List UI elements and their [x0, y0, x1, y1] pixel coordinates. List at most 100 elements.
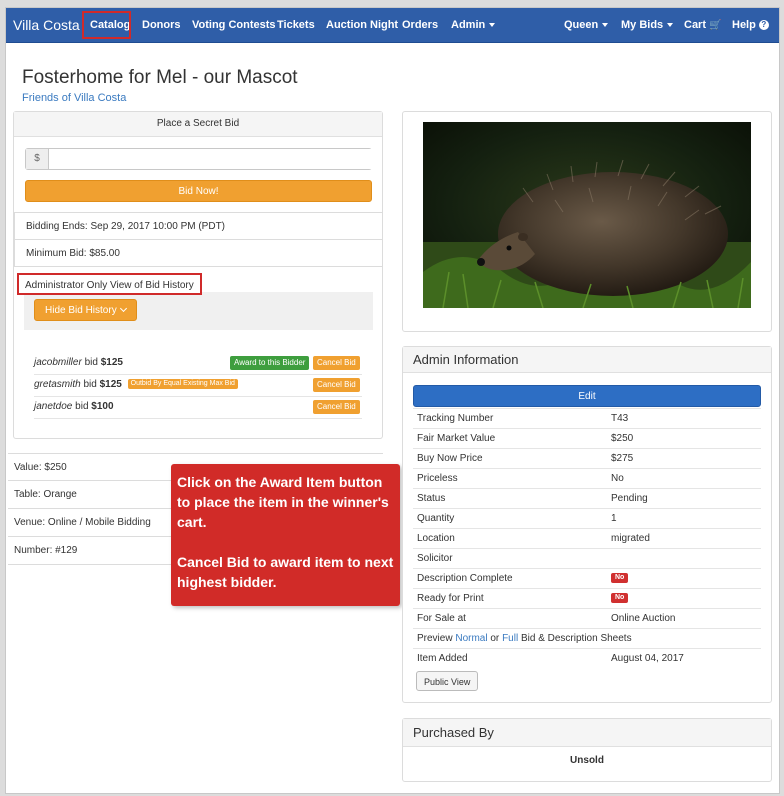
bid-amount-input[interactable]	[49, 149, 377, 169]
cart-icon: 🛒	[709, 20, 722, 31]
item-photo	[423, 122, 751, 308]
currency-addon: $	[26, 149, 49, 169]
admin-row-priceless: Priceless No	[413, 468, 761, 489]
status-badge: No	[611, 573, 629, 584]
nav-donors[interactable]: Donors	[142, 8, 181, 42]
admin-row-value: T43	[611, 413, 629, 424]
edit-button[interactable]: Edit	[413, 385, 761, 407]
purchased-by-title: Purchased By	[403, 719, 771, 747]
bid-amount: $100	[91, 401, 114, 412]
nav-queen[interactable]: Queen	[564, 8, 609, 42]
bidder-name: jacobmiller	[34, 357, 82, 368]
admin-row-value: 1	[611, 513, 617, 524]
admin-row-label: Fair Market Value	[417, 433, 496, 444]
hide-bid-history-button[interactable]: Hide Bid History	[34, 299, 137, 321]
nav-voting-contests[interactable]: Voting Contests	[192, 8, 276, 42]
admin-row-value: $275	[611, 453, 634, 464]
preview-suffix: Bid & Description Sheets	[520, 633, 632, 644]
nav-cart[interactable]: Cart 🛒	[684, 8, 721, 42]
admin-row-description-complete: Description Complete No	[413, 568, 761, 589]
admin-row-for-sale-at: For Sale at Online Auction	[413, 608, 761, 629]
bid-word: bid	[75, 401, 89, 412]
purchased-by-panel: Purchased By Unsold	[402, 718, 772, 782]
admin-row-buy-now-price: Buy Now Price $275	[413, 448, 761, 469]
nav-help[interactable]: Help?	[732, 8, 769, 42]
bid-history-row: jacobmiller bid $125 Award to this Bidde…	[34, 352, 362, 375]
callout-text-award: Click on the Award Item button to place …	[177, 474, 389, 530]
bid-word: bid	[83, 379, 97, 390]
admin-row-label: Location	[417, 533, 455, 544]
admin-row-label: Status	[417, 493, 446, 504]
nav-auction-night[interactable]: Auction Night	[326, 8, 398, 42]
bidder-name: gretasmith	[34, 379, 81, 390]
admin-row-label: For Sale at	[417, 613, 466, 624]
admin-row-location: Location migrated	[413, 528, 761, 549]
cancel-bid-button[interactable]: Cancel Bid	[313, 378, 360, 392]
nav-my-bids[interactable]: My Bids	[621, 8, 674, 42]
hedgehog-image	[423, 122, 751, 308]
admin-row-label: Solicitor	[417, 553, 453, 564]
organization-link[interactable]: Friends of Villa Costa	[22, 92, 126, 104]
cancel-bid-button[interactable]: Cancel Bid	[313, 356, 360, 370]
admin-row-solicitor: Solicitor	[413, 548, 761, 569]
admin-row-label: Priceless	[417, 473, 458, 484]
admin-row-label: Ready for Print	[417, 593, 484, 604]
admin-only-view-label: Administrator Only View of Bid History	[17, 273, 202, 295]
bid-word: bid	[84, 357, 98, 368]
award-to-bidder-button[interactable]: Award to this Bidder	[230, 356, 310, 370]
chevron-down-icon	[667, 23, 674, 28]
nav-queen-label: Queen	[564, 19, 599, 31]
nav-admin[interactable]: Admin	[451, 8, 496, 42]
nav-admin-label: Admin	[451, 19, 486, 31]
instruction-callout: Click on the Award Item button to place …	[171, 464, 400, 606]
top-navbar: Villa Costa Catalog Donors Voting Contes…	[6, 8, 779, 43]
chevron-down-icon	[602, 23, 609, 28]
nav-help-label: Help	[732, 19, 756, 31]
bid-panel: Place a Secret Bid $ Bid Now! Bidding En…	[13, 111, 383, 439]
preview-full-link[interactable]: Full	[502, 633, 518, 644]
admin-row-ready-for-print: Ready for Print No	[413, 588, 761, 609]
bid-amount-group: $	[25, 148, 377, 170]
bid-history-row: gretasmith bid $125 Outbid By Equal Exis…	[34, 374, 362, 397]
admin-row-fair-market-value: Fair Market Value $250	[413, 428, 761, 449]
admin-row-value: Online Auction	[611, 613, 676, 624]
bidder-name: janetdoe	[34, 401, 73, 412]
page-title: Fosterhome for Mel - our Mascot	[22, 67, 298, 88]
admin-row-tracking-number: Tracking Number T43	[413, 408, 761, 429]
admin-row-label: Tracking Number	[417, 413, 494, 424]
chevron-down-icon	[489, 23, 496, 28]
admin-row-label: Buy Now Price	[417, 453, 483, 464]
admin-row-label: Item Added	[417, 653, 468, 664]
admin-row-value: $250	[611, 433, 634, 444]
preview-normal-link[interactable]: Normal	[455, 633, 487, 644]
admin-row-item-added: Item Added August 04, 2017	[413, 648, 761, 669]
nav-orders[interactable]: Orders	[402, 8, 438, 42]
admin-info-title: Admin Information	[403, 347, 771, 373]
outbid-badge: Outbid By Equal Existing Max Bid	[127, 379, 238, 390]
bid-amount: $125	[100, 357, 123, 368]
preview-or: or	[490, 633, 500, 644]
nav-my-bids-label: My Bids	[621, 19, 664, 31]
admin-row-value: Pending	[611, 493, 648, 504]
preview-line: Preview Normal or Full Bid & Description…	[417, 629, 632, 649]
bid-history-row: janetdoe bid $100 Cancel Bid	[34, 396, 362, 419]
public-view-button[interactable]: Public View	[416, 671, 479, 691]
cancel-bid-button[interactable]: Cancel Bid	[313, 400, 360, 414]
bidding-ends: Bidding Ends: Sep 29, 2017 10:00 PM (PDT…	[14, 212, 383, 240]
preview-prefix: Preview	[417, 633, 453, 644]
brand-link[interactable]: Villa Costa	[13, 8, 80, 42]
question-icon: ?	[758, 20, 769, 31]
item-photo-panel	[402, 111, 772, 332]
nav-tickets[interactable]: Tickets	[277, 8, 315, 42]
bid-amount: $125	[99, 379, 122, 390]
catalog-highlight-box	[82, 11, 131, 39]
callout-text-cancel: Cancel Bid to award item to next highest…	[177, 554, 394, 590]
admin-row-value: migrated	[611, 533, 650, 544]
app-frame: Villa Costa Catalog Donors Voting Contes…	[5, 7, 780, 794]
bid-now-button[interactable]: Bid Now!	[25, 180, 372, 202]
admin-row-value: August 04, 2017	[611, 653, 684, 664]
hide-bid-history-label: Hide Bid History	[45, 305, 117, 316]
admin-row-preview: Preview Normal or Full Bid & Description…	[413, 628, 761, 649]
admin-row-status: Status Pending	[413, 488, 761, 509]
admin-info-panel: Admin Information Edit Tracking Number T4…	[402, 346, 772, 703]
